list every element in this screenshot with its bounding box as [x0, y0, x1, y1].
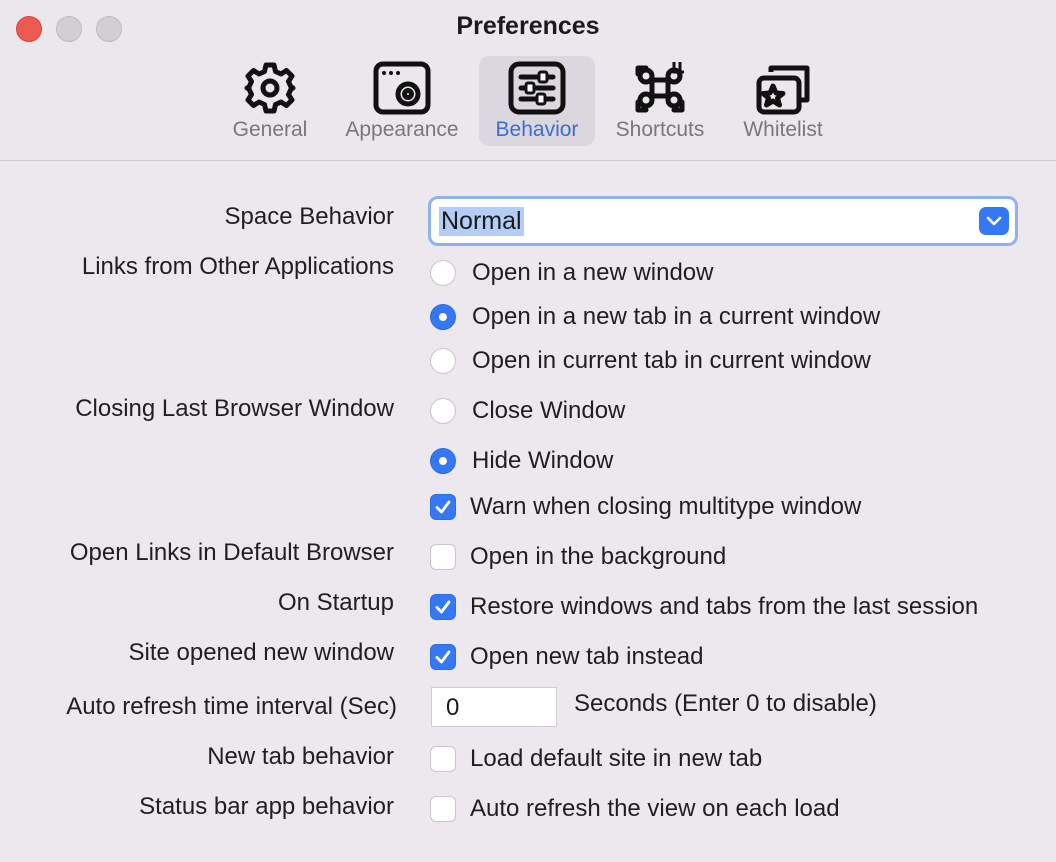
- radio-button-selected[interactable]: [430, 448, 456, 474]
- toolbar: Preferences General Appearance Behavior …: [0, 0, 1056, 161]
- tab-general[interactable]: General: [222, 56, 318, 146]
- links-other-apps-label: Links from Other Applications: [81, 253, 394, 280]
- load-default-site-checkbox-row[interactable]: Load default site in new tab: [430, 743, 762, 775]
- closing-last-window-label: Closing Last Browser Window: [75, 395, 394, 422]
- open-new-tab-instead-checkbox[interactable]: [430, 644, 456, 670]
- tab-shortcuts-label: Shortcuts: [615, 118, 705, 141]
- tab-appearance[interactable]: Appearance: [334, 56, 470, 146]
- new-tab-behavior-label: New tab behavior: [207, 743, 394, 770]
- restore-session-checkbox[interactable]: [430, 594, 456, 620]
- checkbox-label: Open new tab instead: [470, 643, 704, 670]
- tab-behavior[interactable]: Behavior: [479, 56, 595, 146]
- space-behavior-dropdown-button[interactable]: [979, 207, 1009, 235]
- radio-label: Open in a new tab in a current window: [472, 303, 881, 330]
- radio-label: Open in a new window: [472, 259, 714, 286]
- restore-session-checkbox-row[interactable]: Restore windows and tabs from the last s…: [430, 591, 978, 623]
- space-behavior-select[interactable]: Normal: [428, 196, 1018, 246]
- chevron-down-icon: [986, 216, 1002, 226]
- radio-label: Close Window: [472, 397, 626, 424]
- auto-refresh-view-checkbox[interactable]: [430, 796, 456, 822]
- load-default-site-checkbox[interactable]: [430, 746, 456, 772]
- radio-option-new-tab-current-window[interactable]: Open in a new tab in a current window: [430, 301, 880, 333]
- open-new-tab-instead-checkbox-row[interactable]: Open new tab instead: [430, 641, 704, 673]
- radio-button[interactable]: [430, 398, 456, 424]
- auto-refresh-hint: Seconds (Enter 0 to disable): [574, 690, 877, 717]
- open-links-default-browser-label: Open Links in Default Browser: [69, 539, 394, 566]
- checkbox-label: Warn when closing multitype window: [470, 493, 862, 520]
- checkbox-label: Auto refresh the view on each load: [470, 795, 840, 822]
- checkbox-label: Load default site in new tab: [470, 745, 763, 772]
- command-key-icon: [635, 62, 685, 113]
- checkbox-label: Open in the background: [470, 543, 727, 570]
- checkmark-icon: [435, 600, 451, 614]
- site-opened-new-window-label: Site opened new window: [128, 639, 394, 666]
- preferences-window: Preferences General Appearance Behavior …: [0, 0, 1056, 862]
- space-behavior-value: Normal: [439, 207, 524, 236]
- auto-refresh-view-checkbox-row[interactable]: Auto refresh the view on each load: [430, 793, 840, 825]
- warn-closing-checkbox[interactable]: [430, 494, 456, 520]
- tab-whitelist-label: Whitelist: [743, 118, 823, 141]
- status-bar-behavior-label: Status bar app behavior: [139, 793, 394, 820]
- tab-general-label: General: [232, 118, 308, 141]
- star-windows-icon: [756, 65, 810, 115]
- auto-refresh-interval-input[interactable]: [431, 687, 557, 727]
- tab-appearance-label: Appearance: [345, 118, 459, 141]
- tab-behavior-label: Behavior: [495, 118, 579, 141]
- tab-shortcuts[interactable]: Shortcuts: [604, 56, 716, 146]
- checkbox-label: Restore windows and tabs from the last s…: [470, 593, 979, 620]
- radio-option-new-window[interactable]: Open in a new window: [430, 257, 713, 289]
- open-background-checkbox-row[interactable]: Open in the background: [430, 541, 726, 573]
- open-background-checkbox[interactable]: [430, 544, 456, 570]
- radio-label: Hide Window: [472, 447, 614, 474]
- checkmark-icon: [435, 650, 451, 664]
- auto-refresh-label: Auto refresh time interval (Sec): [66, 693, 397, 720]
- radio-button[interactable]: [430, 348, 456, 374]
- gear-icon: [244, 62, 296, 114]
- radio-label: Open in current tab in current window: [472, 347, 871, 374]
- radio-button[interactable]: [430, 260, 456, 286]
- warn-closing-checkbox-row[interactable]: Warn when closing multitype window: [430, 491, 861, 523]
- radio-option-close-window[interactable]: Close Window: [430, 395, 625, 427]
- checkmark-icon: [435, 500, 451, 514]
- radio-option-current-tab[interactable]: Open in current tab in current window: [430, 345, 871, 377]
- on-startup-label: On Startup: [277, 589, 394, 616]
- tab-whitelist[interactable]: Whitelist: [731, 56, 835, 146]
- window-gear-icon: [373, 61, 431, 115]
- sliders-icon: [508, 61, 566, 115]
- radio-button-selected[interactable]: [430, 304, 456, 330]
- space-behavior-label: Space Behavior: [224, 203, 394, 230]
- window-title: Preferences: [456, 12, 600, 40]
- radio-option-hide-window[interactable]: Hide Window: [430, 445, 613, 477]
